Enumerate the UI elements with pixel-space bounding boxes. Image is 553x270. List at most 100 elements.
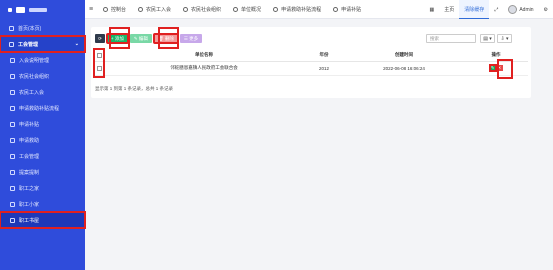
refresh-button[interactable]: ⟳ bbox=[95, 34, 105, 43]
list-icon bbox=[10, 121, 15, 127]
user-name: Admin bbox=[519, 6, 534, 13]
topbar: ≡ 控制台 农民工入会 农民社会组织 单位概况 申请救助补贴流程 申请补贴 ▦ … bbox=[85, 0, 553, 19]
settings-icon[interactable]: ⚙ bbox=[539, 0, 553, 19]
gear-icon bbox=[233, 6, 239, 12]
tab-worker-join[interactable]: 农民工入会 bbox=[132, 0, 177, 19]
user-icon bbox=[138, 6, 144, 12]
tab-label: 申请补贴 bbox=[341, 6, 362, 13]
clear-cache-button[interactable]: 清除缓存 bbox=[459, 0, 490, 19]
tab-aid-process[interactable]: 申请救助补贴流程 bbox=[267, 0, 327, 19]
col-year[interactable]: 年份 bbox=[304, 50, 344, 62]
annotation-edit-action bbox=[497, 59, 513, 79]
sidebar-item-label: 工会管理 bbox=[19, 153, 40, 160]
tab-label: 申请救助补贴流程 bbox=[281, 6, 322, 13]
sidebar-logo bbox=[0, 0, 85, 20]
home-button[interactable]: 主页 bbox=[439, 0, 459, 19]
org-icon bbox=[9, 41, 14, 47]
sidebar-item-apply-subsidy[interactable]: 申请补贴 bbox=[0, 116, 85, 132]
gear-icon bbox=[10, 89, 15, 95]
menu-toggle-icon[interactable]: ≡ bbox=[85, 6, 97, 13]
sidebar-item-worker-home[interactable]: 职工之家 bbox=[0, 180, 85, 196]
tab-label: 农民工入会 bbox=[146, 6, 172, 13]
sidebar-item-union-management[interactable]: 工会管理 ⌄ bbox=[0, 35, 86, 53]
sidebar-item-label: 职工小家 bbox=[19, 201, 40, 208]
tab-apply-subsidy[interactable]: 申请补贴 bbox=[327, 0, 367, 19]
sidebar-item-label: 农民社会组织 bbox=[19, 73, 50, 80]
sidebar-item-worker-small-home[interactable]: 职工小家 bbox=[0, 196, 85, 212]
sidebar-item-label: 提案提制 bbox=[19, 169, 40, 176]
dashboard-icon bbox=[103, 6, 108, 12]
col-created[interactable]: 创建时间 bbox=[344, 50, 464, 62]
doc-icon bbox=[10, 57, 15, 63]
gear-icon bbox=[10, 73, 15, 79]
home-icon bbox=[10, 201, 15, 207]
list-icon bbox=[10, 137, 15, 143]
sidebar-item-label: 入会说明管理 bbox=[19, 57, 50, 64]
tab-unit-overview[interactable]: 单位概况 bbox=[227, 0, 267, 19]
edit-button[interactable]: ✎ 编辑 bbox=[129, 34, 152, 43]
app-root: 首页(本页) 工会管理 ⌄ 入会说明管理 农民社会组织 农民工入会 申请救助补贴… bbox=[0, 0, 553, 270]
logo-text bbox=[29, 8, 47, 12]
avatar bbox=[508, 5, 518, 14]
logo-mark bbox=[8, 8, 12, 12]
content-panel: ⟳ + 添加 ✎ 编辑 🗑 删除 ☰ 更多 搜索 ▤ ▾ ⇩ ▾ 单位名称 年份… bbox=[91, 27, 531, 98]
tab-social-org[interactable]: 农民社会组织 bbox=[177, 0, 227, 19]
tab-dashboard[interactable]: 控制台 bbox=[97, 0, 132, 19]
table-tools: ▤ ▾ ⇩ ▾ bbox=[480, 34, 512, 43]
gear-icon bbox=[183, 6, 189, 12]
sidebar-item-label: 申请救助 bbox=[19, 137, 40, 144]
home-icon bbox=[9, 25, 14, 31]
sidebar-item-label: 首页(本页) bbox=[18, 25, 42, 32]
topbar-right: ▦ 主页 清除缓存 ⤢ Admin ⚙ bbox=[425, 0, 553, 19]
tab-label: 单位概况 bbox=[241, 6, 262, 13]
annotation-checkbox-column bbox=[93, 48, 105, 78]
data-table: 单位名称 年份 创建时间 操作 邻蛇膳恩嘉镇人民政府工会联合会 2012 202… bbox=[94, 50, 528, 76]
more-button[interactable]: ☰ 更多 bbox=[179, 34, 203, 43]
table-row[interactable]: 邻蛇膳恩嘉镇人民政府工会联合会 2012 2022-06-08 16:06:24… bbox=[94, 61, 528, 76]
list-icon bbox=[10, 169, 15, 175]
home-icon bbox=[10, 185, 15, 191]
sidebar-item-worker-join[interactable]: 农民工入会 bbox=[0, 84, 85, 100]
col-actions: 操作 bbox=[464, 50, 528, 62]
search-input[interactable]: 搜索 bbox=[426, 34, 476, 43]
annotation-delete-button bbox=[158, 27, 179, 49]
sidebar-item-label: 申请补贴 bbox=[19, 121, 40, 128]
logo-block bbox=[16, 7, 25, 13]
annotation-add-button bbox=[109, 27, 130, 49]
export-icon[interactable]: ⇩ ▾ bbox=[497, 34, 512, 43]
cell-year: 2012 bbox=[304, 61, 344, 76]
sidebar-item-join-guide[interactable]: 入会说明管理 bbox=[0, 52, 85, 68]
chevron-down-icon: ⌄ bbox=[74, 41, 79, 47]
sidebar-item-home[interactable]: 首页(本页) bbox=[0, 20, 85, 36]
sidebar-item-label: 职工之家 bbox=[19, 185, 40, 192]
cell-actions: ✎ ✕ bbox=[464, 61, 528, 76]
list-icon bbox=[333, 6, 339, 12]
fullscreen-icon[interactable]: ⤢ bbox=[489, 0, 503, 19]
sidebar-item-social-org[interactable]: 农民社会组织 bbox=[0, 68, 85, 84]
book-icon bbox=[10, 217, 15, 223]
sidebar-item-proposals[interactable]: 提案提制 bbox=[0, 164, 85, 180]
sidebar-item-union-admin[interactable]: 工会管理 bbox=[0, 148, 85, 164]
cell-created: 2022-06-08 16:06:24 bbox=[344, 61, 464, 76]
sidebar-item-label: 工会管理 bbox=[18, 41, 39, 48]
user-menu[interactable]: Admin bbox=[503, 0, 538, 19]
row-edit-icon[interactable]: ✎ bbox=[488, 64, 497, 72]
pagination-info: 显示第 1 到第 1 条记录，总共 1 条记录 bbox=[95, 86, 174, 91]
sidebar: 首页(本页) 工会管理 ⌄ 入会说明管理 农民社会组织 农民工入会 申请救助补贴… bbox=[0, 0, 86, 270]
table-header-row: 单位名称 年份 创建时间 操作 bbox=[94, 50, 528, 62]
sidebar-item-label: 职工书屋 bbox=[19, 217, 40, 224]
grid-menu-icon[interactable]: ▦ bbox=[425, 0, 440, 19]
sidebar-item-label: 农民工入会 bbox=[19, 89, 45, 96]
sidebar-item-aid-process[interactable]: 申请救助补贴流程 bbox=[0, 100, 85, 116]
tab-label: 农民社会组织 bbox=[191, 6, 222, 13]
columns-toggle-icon[interactable]: ▤ ▾ bbox=[480, 34, 495, 43]
sidebar-item-label: 申请救助补贴流程 bbox=[19, 105, 60, 112]
sidebar-item-worker-library[interactable]: 职工书屋 bbox=[0, 211, 86, 229]
col-unit-name[interactable]: 单位名称 bbox=[104, 50, 304, 62]
list-icon bbox=[10, 153, 15, 159]
cell-unit-name: 邻蛇膳恩嘉镇人民政府工会联合会 bbox=[104, 61, 304, 76]
gear-icon bbox=[10, 105, 15, 111]
gear-icon bbox=[273, 6, 279, 12]
sidebar-item-apply-aid[interactable]: 申请救助 bbox=[0, 132, 85, 148]
tab-label: 控制台 bbox=[111, 6, 127, 13]
